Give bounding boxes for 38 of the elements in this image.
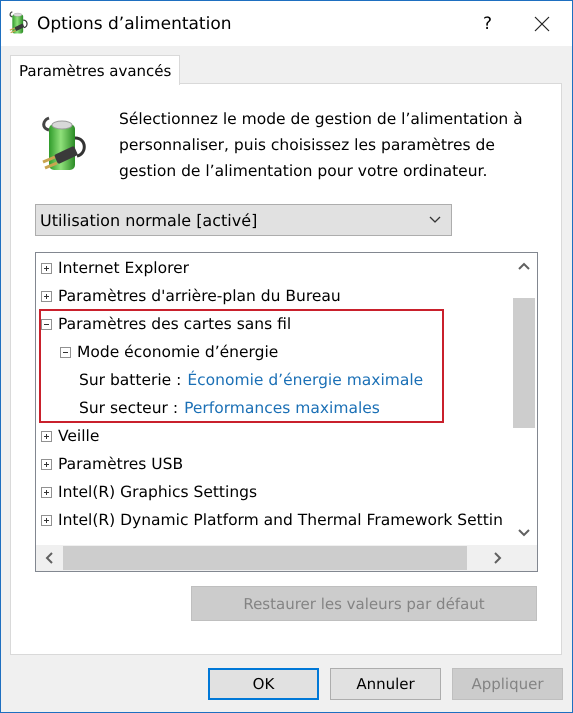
scroll-left-icon[interactable]: [45, 552, 53, 564]
setting-label: Sur batterie :: [79, 371, 182, 389]
tab[interactable]: Paramètres avancés: [10, 55, 180, 85]
close-icon[interactable]: [534, 16, 550, 32]
tree-item[interactable]: Internet Explorer: [58, 259, 190, 277]
scroll-thumb[interactable]: [513, 298, 535, 428]
horizontal-scrollbar[interactable]: [36, 545, 511, 571]
tree-item[interactable]: Paramètres USB: [58, 455, 184, 473]
dialog-button[interactable]: Annuler: [330, 668, 441, 700]
chevron-down-icon: [429, 216, 441, 224]
power-plan-dropdown[interactable]: Utilisation normale [activé]: [35, 204, 452, 236]
tree-item[interactable]: Paramètres d'arrière-plan du Bureau: [58, 287, 341, 305]
scroll-up-icon[interactable]: [518, 262, 530, 270]
setting-label: Sur secteur :: [79, 399, 178, 417]
tree-item[interactable]: Mode économie d’énergie: [77, 343, 278, 361]
expand-icon[interactable]: [41, 262, 52, 274]
scroll-right-icon[interactable]: [494, 552, 502, 564]
expand-icon[interactable]: [41, 486, 52, 498]
scroll-down-icon[interactable]: [518, 529, 530, 537]
expand-icon[interactable]: [41, 458, 52, 470]
tree-item[interactable]: Intel(R) Dynamic Platform and Thermal Framework Settin: [58, 511, 503, 529]
collapse-icon[interactable]: [41, 318, 52, 330]
dialog-button[interactable]: OK: [208, 668, 319, 700]
battery-plug-icon: [9, 11, 29, 36]
tree-item[interactable]: Paramètres des cartes sans fil: [58, 315, 292, 333]
setting-value-link[interactable]: Économie d’énergie maximale: [187, 371, 424, 389]
expand-icon[interactable]: [41, 430, 52, 442]
scrollbar-corner: [511, 545, 537, 571]
window-title: Options d’alimentation: [37, 14, 232, 34]
help-button[interactable]: ?: [482, 14, 492, 34]
tree-item[interactable]: Veille: [58, 427, 100, 445]
description-text: Sélectionnez le mode de gestion de l’alimentation à personnaliser, puis choisissez les paramètres de gestion de l’alimentation pour votre ordinateur.: [119, 109, 524, 182]
scroll-thumb[interactable]: [63, 546, 467, 570]
collapse-icon[interactable]: [60, 346, 71, 358]
expand-icon[interactable]: [41, 514, 52, 526]
expand-icon[interactable]: [41, 290, 52, 302]
tree-item[interactable]: Intel(R) Graphics Settings: [58, 483, 258, 501]
setting-value-link[interactable]: Performances maximales: [184, 399, 380, 417]
